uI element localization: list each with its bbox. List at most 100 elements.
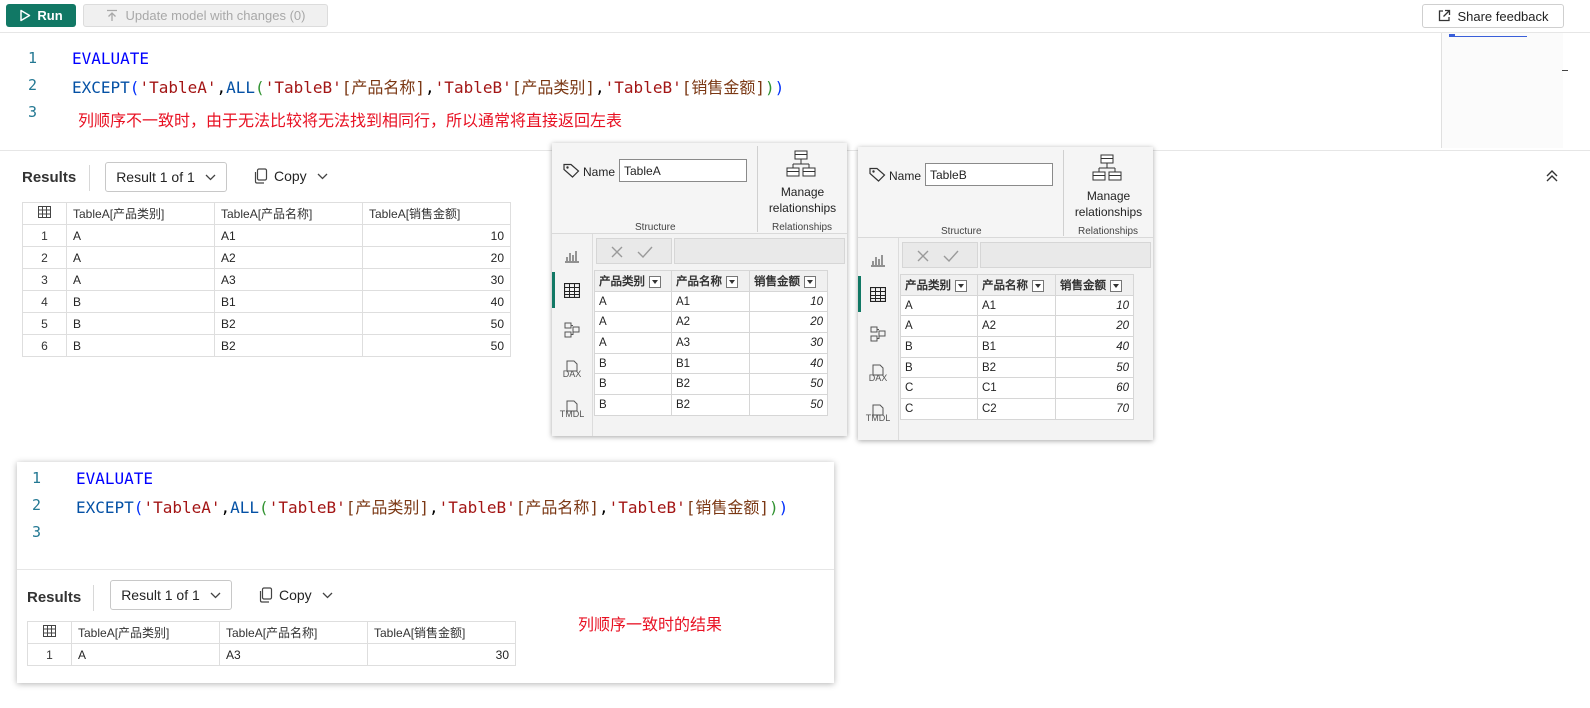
table-cell[interactable]: A2 xyxy=(977,315,1056,338)
result-selector-dropdown[interactable]: Result 1 of 1 xyxy=(105,162,227,192)
table-cell[interactable]: B xyxy=(66,334,215,357)
result-selector-dropdown[interactable]: Result 1 of 1 xyxy=(110,580,232,610)
table-cell[interactable]: 50 xyxy=(362,312,511,335)
table-cell[interactable]: 30 xyxy=(367,643,516,666)
table-cell[interactable]: A1 xyxy=(671,290,750,313)
table-cell[interactable]: B xyxy=(594,394,672,416)
tmdl-view-button[interactable]: TMDL xyxy=(863,404,893,423)
table-cell[interactable]: A xyxy=(594,311,672,334)
table-cell[interactable]: C2 xyxy=(977,398,1056,420)
filter-dropdown-icon[interactable] xyxy=(1032,279,1044,292)
table-cell[interactable]: B1 xyxy=(671,352,750,375)
column-header[interactable]: TableA[销售金额] xyxy=(367,621,516,644)
table-cell[interactable]: A1 xyxy=(977,294,1056,317)
table-cell[interactable]: B xyxy=(594,352,672,375)
code-line-2[interactable]: EXCEPT('TableA',ALL('TableB'[产品类别],'Tabl… xyxy=(76,494,788,518)
table-cell[interactable]: A xyxy=(900,315,978,338)
table-cell[interactable]: 40 xyxy=(362,290,511,313)
column-header[interactable]: 产品名称 xyxy=(671,270,750,292)
table-cell[interactable]: A xyxy=(71,643,220,666)
column-header[interactable]: 产品类别 xyxy=(900,274,978,296)
collapse-results-button[interactable] xyxy=(1545,168,1559,187)
table-cell[interactable]: 30 xyxy=(749,332,828,354)
table-cell[interactable]: B1 xyxy=(977,336,1056,358)
table-cell[interactable]: 50 xyxy=(362,334,511,357)
table-cell[interactable]: 5 xyxy=(22,312,67,335)
table-cell[interactable]: 30 xyxy=(362,268,511,291)
table-cell[interactable]: 50 xyxy=(749,373,828,396)
table-cell[interactable]: B xyxy=(66,312,215,335)
table-cell[interactable]: 10 xyxy=(749,290,828,313)
table-name-input[interactable]: TableB xyxy=(925,163,1053,186)
table-cell[interactable]: B xyxy=(900,336,978,358)
table-cell[interactable]: B xyxy=(900,356,978,379)
code-minimap[interactable] xyxy=(1441,33,1563,148)
model-view-button[interactable] xyxy=(564,322,580,342)
column-header[interactable]: TableA[产品类别] xyxy=(66,202,215,225)
column-header[interactable]: 产品类别 xyxy=(594,270,672,292)
dax-query-view-button[interactable]: DAX xyxy=(559,360,585,379)
table-cell[interactable]: 1 xyxy=(27,643,72,666)
filter-dropdown-icon[interactable] xyxy=(955,279,967,292)
table-cell[interactable]: B2 xyxy=(671,373,750,396)
table-cell[interactable]: A2 xyxy=(671,311,750,334)
table-cell[interactable]: 10 xyxy=(1055,294,1134,317)
report-view-button[interactable] xyxy=(564,248,580,267)
table-cell[interactable]: A3 xyxy=(671,332,750,354)
table-cell[interactable]: A xyxy=(594,290,672,313)
table-view-button[interactable] xyxy=(563,282,581,302)
column-header[interactable]: TableA[销售金额] xyxy=(362,202,511,225)
column-header[interactable]: 销售金额 xyxy=(749,270,828,292)
table-view-button[interactable] xyxy=(869,286,887,306)
filter-dropdown-icon[interactable] xyxy=(1110,279,1122,292)
model-view-button[interactable] xyxy=(870,326,886,346)
table-cell[interactable]: A3 xyxy=(214,268,363,291)
table-cell[interactable]: 4 xyxy=(22,290,67,313)
table-cell[interactable]: 20 xyxy=(749,311,828,334)
commit-check-icon[interactable] xyxy=(943,250,959,262)
table-name-input[interactable]: TableA xyxy=(619,159,747,182)
dax-query-view-button[interactable]: DAX xyxy=(865,364,891,383)
table-cell[interactable]: B2 xyxy=(214,312,363,335)
table-cell[interactable]: B xyxy=(594,373,672,396)
update-model-button[interactable]: Update model with changes (0) xyxy=(83,4,328,27)
filter-dropdown-icon[interactable] xyxy=(649,275,661,288)
table-cell[interactable]: C xyxy=(900,377,978,400)
table-cell[interactable]: 2 xyxy=(22,246,67,269)
formula-input[interactable] xyxy=(674,238,845,264)
query-editor-1[interactable]: 1 2 3 EVALUATE EXCEPT('TableA',ALL('Tabl… xyxy=(0,33,1440,150)
column-header[interactable]: TableA[产品类别] xyxy=(71,621,220,644)
table-cell[interactable]: 50 xyxy=(749,394,828,416)
filter-dropdown-icon[interactable] xyxy=(726,275,738,288)
column-header[interactable]: TableA[产品名称] xyxy=(214,202,363,225)
table-cell[interactable]: 50 xyxy=(1055,356,1134,379)
table-cell[interactable]: A3 xyxy=(219,643,368,666)
filter-dropdown-icon[interactable] xyxy=(804,275,816,288)
table-cell[interactable]: 3 xyxy=(22,268,67,291)
table-cell[interactable]: A xyxy=(594,332,672,354)
table-cell[interactable]: B2 xyxy=(977,356,1056,379)
table-cell[interactable]: C xyxy=(900,398,978,420)
table-cell[interactable]: A xyxy=(66,268,215,291)
table-cell[interactable]: A xyxy=(66,224,215,247)
cancel-x-icon[interactable] xyxy=(917,250,929,262)
report-view-button[interactable] xyxy=(870,252,886,271)
table-cell[interactable]: 40 xyxy=(749,352,828,375)
table-cell[interactable]: A1 xyxy=(214,224,363,247)
column-header[interactable]: TableA[产品名称] xyxy=(219,621,368,644)
table-cell[interactable]: B2 xyxy=(214,334,363,357)
run-button[interactable]: Run xyxy=(6,4,76,27)
table-cell[interactable]: B2 xyxy=(671,394,750,416)
table-cell[interactable]: B xyxy=(66,290,215,313)
table-cell[interactable]: 40 xyxy=(1055,336,1134,358)
table-cell[interactable]: 70 xyxy=(1055,398,1134,420)
column-header[interactable]: 销售金额 xyxy=(1055,274,1134,296)
table-cell[interactable]: A xyxy=(66,246,215,269)
manage-relationships-button[interactable]: Manage relationships Relationships xyxy=(1064,147,1153,237)
share-feedback-button[interactable]: Share feedback xyxy=(1422,4,1564,28)
commit-check-icon[interactable] xyxy=(637,246,653,258)
table-cell[interactable]: A2 xyxy=(214,246,363,269)
column-header[interactable]: 产品名称 xyxy=(977,274,1056,296)
copy-button[interactable]: Copy xyxy=(259,587,333,603)
manage-relationships-button[interactable]: Manage relationships Relationships xyxy=(758,143,847,233)
